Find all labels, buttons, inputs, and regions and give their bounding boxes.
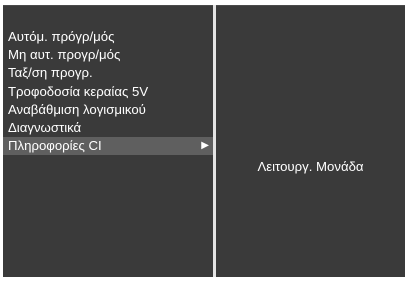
menu-item-manual-tuning[interactable]: Μη αυτ. προγρ/μός <box>3 46 214 64</box>
setup-menu-osd: Αυτόμ. πρόγρ/μός Μη αυτ. προγρ/μός Ταξ/σ… <box>0 0 408 281</box>
menu-item-label: Τροφοδοσία κεραίας 5V <box>8 83 149 99</box>
menu-item-label: Διαγνωστικά <box>8 119 82 135</box>
ci-submenu-panel: Λειτουργ. Μονάδα <box>216 5 405 277</box>
menu-item-label: Αυτόμ. πρόγρ/μός <box>8 29 115 44</box>
menu-item-programme-edit[interactable]: Ταξ/ση προγρ. <box>3 64 214 82</box>
menu-item-label: Πληροφορίες CI <box>8 138 102 154</box>
menu-item-auto-tuning[interactable]: Αυτόμ. πρόγρ/μός <box>3 28 214 46</box>
menu-item-label: Μη αυτ. προγρ/μός <box>8 47 121 63</box>
triangle-right-icon: ▶ <box>201 140 209 152</box>
menu-item-ci-information[interactable]: Πληροφορίες CI ▶ <box>3 137 214 156</box>
menu-item-diagnostics[interactable]: Διαγνωστικά <box>3 119 214 137</box>
setup-menu-panel: Αυτόμ. πρόγρ/μός Μη αυτ. προγρ/μός Ταξ/σ… <box>3 5 214 277</box>
submenu-item-module-function[interactable]: Λειτουργ. Μονάδα <box>216 158 405 176</box>
menu-item-label: Αναβάθμιση λογισμικού <box>8 101 146 117</box>
menu-item-label: Ταξ/ση προγρ. <box>8 65 93 81</box>
setup-menu-list: Αυτόμ. πρόγρ/μός Μη αυτ. προγρ/μός Ταξ/σ… <box>3 28 214 156</box>
menu-item-antenna-power-5v[interactable]: Τροφοδοσία κεραίας 5V <box>3 83 214 101</box>
menu-item-software-update[interactable]: Αναβάθμιση λογισμικού <box>3 101 214 119</box>
